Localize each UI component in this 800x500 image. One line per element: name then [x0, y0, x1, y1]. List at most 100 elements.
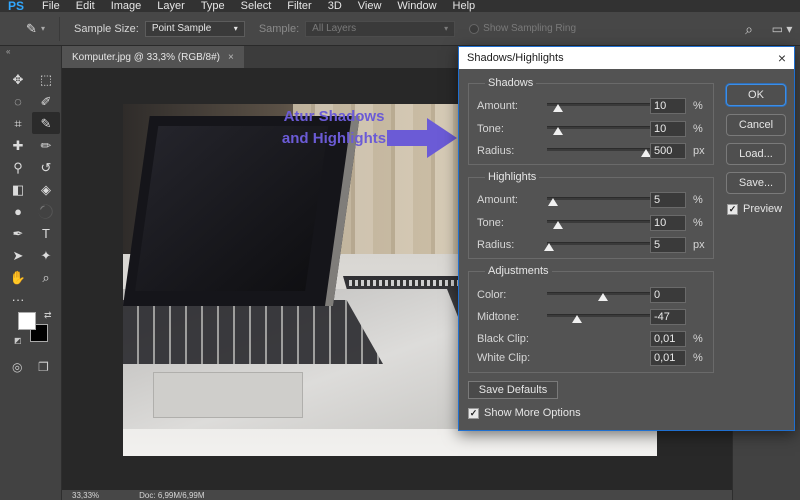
highlights-tone-label: Tone: [477, 217, 504, 229]
close-icon[interactable]: × [778, 50, 786, 66]
status-zoom[interactable]: 33,33% [72, 491, 99, 500]
menu-edit[interactable]: Edit [68, 0, 103, 12]
save-defaults-button[interactable]: Save Defaults [468, 381, 558, 399]
shadows-radius-input[interactable]: 500 [650, 143, 686, 159]
show-more-options-checkbox[interactable]: ✓ Show More Options [468, 407, 581, 419]
midtone-input[interactable]: -47 [650, 309, 686, 325]
default-colors-icon[interactable]: ◩ [14, 336, 22, 345]
shadows-tone-slider[interactable] [547, 121, 659, 137]
black-clip-input[interactable]: 0,01 [650, 331, 686, 347]
eyedropper-tool-icon[interactable]: ✎ [32, 112, 60, 134]
highlights-radius-input[interactable]: 5 [650, 237, 686, 253]
paint-bucket-tool-icon[interactable]: ◈ [32, 178, 60, 200]
color-input[interactable]: 0 [650, 287, 686, 303]
healing-brush-tool-icon[interactable]: ✚ [4, 134, 32, 156]
screen-mode-icon[interactable]: ❐ [38, 360, 49, 374]
menu-3d[interactable]: 3D [320, 0, 350, 12]
shape-tool-icon[interactable]: ✦ [32, 244, 60, 266]
load-button[interactable]: Load... [726, 143, 786, 165]
dialog-title-bar[interactable]: Shadows/Highlights × [459, 47, 794, 69]
midtone-slider[interactable] [547, 309, 659, 325]
photo-screen-glass [135, 126, 329, 291]
history-brush-tool-icon[interactable]: ↺ [32, 156, 60, 178]
clone-stamp-tool-icon[interactable]: ⚲ [4, 156, 32, 178]
slider-thumb[interactable] [553, 104, 564, 112]
workspace-icon[interactable]: ▭ ▾ [764, 22, 800, 36]
menu-type[interactable]: Type [193, 0, 233, 12]
hand-tool-icon[interactable]: ✋ [4, 266, 32, 288]
slider-track [547, 242, 659, 245]
menu-filter[interactable]: Filter [279, 0, 319, 12]
ok-button[interactable]: OK [726, 84, 786, 106]
shadows-tone-input[interactable]: 10 [650, 121, 686, 137]
lasso-tool-icon[interactable]: ◌ [4, 90, 32, 112]
type-tool-icon[interactable]: T [32, 222, 60, 244]
tools-panel: « ✥ ⬚ ◌ ✐ ⌗ ✎ ✚ ✏ ⚲ ↺ ◧ ◈ ● ⚫ ✒ T ➤ ✦ ✋ … [0, 46, 62, 500]
slider-thumb[interactable] [547, 198, 558, 206]
shadows-amount-input[interactable]: 10 [650, 98, 686, 114]
more-tools-icon[interactable]: ··· [4, 288, 32, 310]
highlights-tone-input[interactable]: 10 [650, 215, 686, 231]
document-tab[interactable]: Komputer.jpg @ 33,3% (RGB/8#) × [62, 46, 244, 68]
show-sampling-ring-checkbox[interactable]: Show Sampling Ring [469, 23, 576, 34]
highlights-group-label: Highlights [488, 171, 537, 183]
tool-preset-picker[interactable]: ✎ ▾ [12, 16, 60, 41]
highlights-amount-label: Amount: [477, 194, 518, 206]
white-clip-row: White Clip: [477, 350, 547, 366]
menu-view[interactable]: View [350, 0, 390, 12]
search-icon[interactable]: ⌕ [734, 21, 764, 38]
highlights-tone-slider[interactable] [547, 215, 659, 231]
quick-mask-icon[interactable]: ◎ [12, 360, 22, 374]
document-tab-title: Komputer.jpg @ 33,3% (RGB/8#) [72, 51, 220, 63]
slider-thumb[interactable] [571, 315, 582, 323]
highlights-amount-input[interactable]: 5 [650, 192, 686, 208]
menu-file[interactable]: File [34, 0, 68, 12]
color-swatches[interactable]: ⇄ ◩ [14, 310, 58, 352]
midtone-row: Midtone: [477, 309, 659, 325]
shadows-radius-slider[interactable] [547, 143, 659, 159]
quick-select-tool-icon[interactable]: ✐ [32, 90, 60, 112]
highlights-amount-row: Amount: [477, 192, 659, 208]
swap-colors-icon[interactable]: ⇄ [44, 310, 52, 321]
marquee-tool-icon[interactable]: ⬚ [32, 68, 60, 90]
chevron-down-icon: ▾ [40, 24, 45, 33]
pen-tool-icon[interactable]: ✒ [4, 222, 32, 244]
menu-window[interactable]: Window [389, 0, 444, 12]
eraser-tool-icon[interactable]: ◧ [4, 178, 32, 200]
crop-tool-icon[interactable]: ⌗ [4, 112, 32, 134]
menu-help[interactable]: Help [445, 0, 484, 12]
move-tool-icon[interactable]: ✥ [4, 68, 32, 90]
white-clip-input[interactable]: 0,01 [650, 350, 686, 366]
foreground-color-swatch[interactable] [18, 312, 36, 330]
shadows-radius-row: Radius: [477, 143, 659, 159]
sample-select[interactable]: All Layers ▾ [305, 20, 456, 37]
preview-label: Preview [743, 203, 783, 215]
preview-checkbox[interactable]: ✓ Preview [727, 203, 782, 215]
highlights-tone-unit: % [693, 217, 703, 229]
save-button[interactable]: Save... [726, 172, 786, 194]
menu-bar: PS File Edit Image Layer Type Select Fil… [0, 0, 800, 12]
path-select-tool-icon[interactable]: ➤ [4, 244, 32, 266]
slider-thumb[interactable] [598, 293, 608, 301]
menu-image[interactable]: Image [103, 0, 150, 12]
sample-size-select[interactable]: Point Sample ▾ [144, 20, 245, 37]
color-slider[interactable] [547, 287, 659, 303]
slider-thumb[interactable] [553, 221, 564, 229]
zoom-tool-icon[interactable]: ⌕ [32, 266, 60, 288]
cancel-button[interactable]: Cancel [726, 114, 786, 136]
menu-layer[interactable]: Layer [149, 0, 193, 12]
slider-thumb[interactable] [553, 127, 564, 135]
dodge-tool-icon[interactable]: ⚫ [32, 200, 60, 222]
brush-tool-icon[interactable]: ✏ [32, 134, 60, 156]
shadows-amount-slider[interactable] [547, 98, 659, 114]
highlights-amount-slider[interactable] [547, 192, 659, 208]
highlights-radius-slider[interactable] [544, 237, 659, 253]
menu-select[interactable]: Select [233, 0, 280, 12]
collapse-icon[interactable]: « [0, 46, 61, 58]
photoshop-logo: PS [8, 0, 25, 12]
blur-tool-icon[interactable]: ● [4, 200, 32, 222]
slider-track [547, 126, 659, 129]
slider-thumb[interactable] [544, 243, 555, 251]
shadows-tone-unit: % [693, 123, 703, 135]
close-tab-icon[interactable]: × [228, 52, 234, 63]
